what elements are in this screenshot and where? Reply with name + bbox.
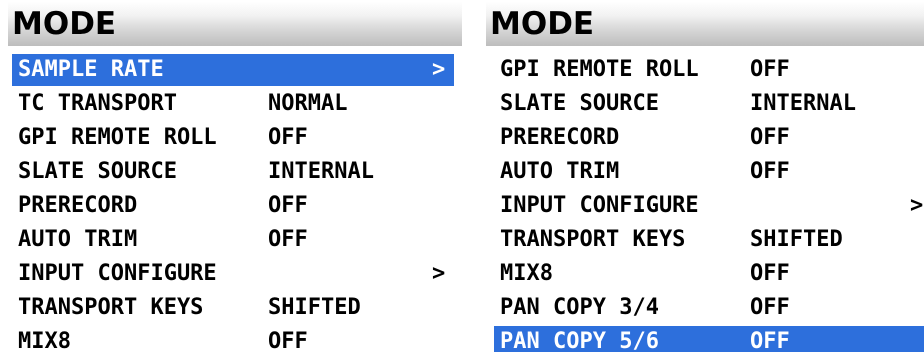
menu-item-gpi-remote-roll[interactable]: GPI REMOTE ROLL OFF xyxy=(494,54,924,86)
menu-item-pan-copy-5-6[interactable]: PAN COPY 5/6 OFF xyxy=(494,326,924,352)
menu-item-label: SLATE SOURCE xyxy=(500,91,659,116)
menu-item-value: OFF xyxy=(750,329,790,352)
menu-item-label: PRERECORD xyxy=(18,193,138,218)
menu-item-label: INPUT CONFIGURE xyxy=(500,193,699,218)
menu-item-prerecord[interactable]: PRERECORD OFF xyxy=(494,122,924,154)
menu-item-value: OFF xyxy=(750,261,790,286)
menu-item-label: SLATE SOURCE xyxy=(18,159,177,184)
menu-item-label: PAN COPY 5/6 xyxy=(500,329,659,352)
menu-item-label: TRANSPORT KEYS xyxy=(500,227,686,252)
menu-item-label: MIX8 xyxy=(18,329,71,352)
menu-item-auto-trim[interactable]: AUTO TRIM OFF xyxy=(12,224,454,256)
menu-item-label: TC TRANSPORT xyxy=(18,91,177,116)
chevron-right-icon: > xyxy=(432,57,446,82)
menu-item-value: OFF xyxy=(268,193,308,218)
menu-item-pan-copy-3-4[interactable]: PAN COPY 3/4 OFF xyxy=(494,292,924,324)
menu-item-value: OFF xyxy=(750,295,790,320)
menu-item-label: AUTO TRIM xyxy=(500,159,620,184)
menu-item-input-configure[interactable]: INPUT CONFIGURE > xyxy=(12,258,454,290)
menu-item-tc-transport[interactable]: TC TRANSPORT NORMAL xyxy=(12,88,454,120)
menu-list: SAMPLE RATE > TC TRANSPORT NORMAL GPI RE… xyxy=(0,54,462,352)
chevron-right-icon: > xyxy=(432,261,446,286)
menu-item-value: NORMAL xyxy=(268,91,348,116)
menu-title: MODE xyxy=(486,2,924,46)
menu-item-slate-source[interactable]: SLATE SOURCE INTERNAL xyxy=(494,88,924,120)
menu-item-label: INPUT CONFIGURE xyxy=(18,261,217,286)
menu-item-slate-source[interactable]: SLATE SOURCE INTERNAL xyxy=(12,156,454,188)
right-menu-panel: MODE GPI REMOTE ROLL OFF SLATE SOURCE IN… xyxy=(486,0,924,352)
menu-item-prerecord[interactable]: PRERECORD OFF xyxy=(12,190,454,222)
menu-item-mix8[interactable]: MIX8 OFF xyxy=(494,258,924,290)
menu-item-transport-keys[interactable]: TRANSPORT KEYS SHIFTED xyxy=(494,224,924,256)
menu-item-transport-keys[interactable]: TRANSPORT KEYS SHIFTED xyxy=(12,292,454,324)
menu-item-value: INTERNAL xyxy=(750,91,856,116)
menu-item-value: OFF xyxy=(750,57,790,82)
menu-item-mix8[interactable]: MIX8 OFF xyxy=(12,326,454,352)
menu-item-value: OFF xyxy=(750,159,790,184)
menu-item-input-configure[interactable]: INPUT CONFIGURE > xyxy=(494,190,924,222)
menu-item-label: GPI REMOTE ROLL xyxy=(18,125,217,150)
menu-item-label: SAMPLE RATE xyxy=(18,57,164,82)
menu-item-value: OFF xyxy=(750,125,790,150)
chevron-right-icon: > xyxy=(910,193,924,218)
menu-item-value: OFF xyxy=(268,227,308,252)
menu-item-label: GPI REMOTE ROLL xyxy=(500,57,699,82)
menu-item-value: OFF xyxy=(268,125,308,150)
menu-list: GPI REMOTE ROLL OFF SLATE SOURCE INTERNA… xyxy=(486,54,924,352)
menu-item-label: TRANSPORT KEYS xyxy=(18,295,204,320)
menu-item-label: MIX8 xyxy=(500,261,553,286)
menu-item-value: OFF xyxy=(268,329,308,352)
menu-title: MODE xyxy=(8,2,462,46)
menu-item-value: SHIFTED xyxy=(268,295,361,320)
menu-item-value: INTERNAL xyxy=(268,159,374,184)
menu-item-auto-trim[interactable]: AUTO TRIM OFF xyxy=(494,156,924,188)
menu-item-value: SHIFTED xyxy=(750,227,843,252)
menu-item-label: PAN COPY 3/4 xyxy=(500,295,659,320)
menu-item-label: PRERECORD xyxy=(500,125,620,150)
left-menu-panel: MODE SAMPLE RATE > TC TRANSPORT NORMAL G… xyxy=(0,0,462,352)
menu-item-label: AUTO TRIM xyxy=(18,227,138,252)
menu-item-gpi-remote-roll[interactable]: GPI REMOTE ROLL OFF xyxy=(12,122,454,154)
menu-item-sample-rate[interactable]: SAMPLE RATE > xyxy=(12,54,454,86)
